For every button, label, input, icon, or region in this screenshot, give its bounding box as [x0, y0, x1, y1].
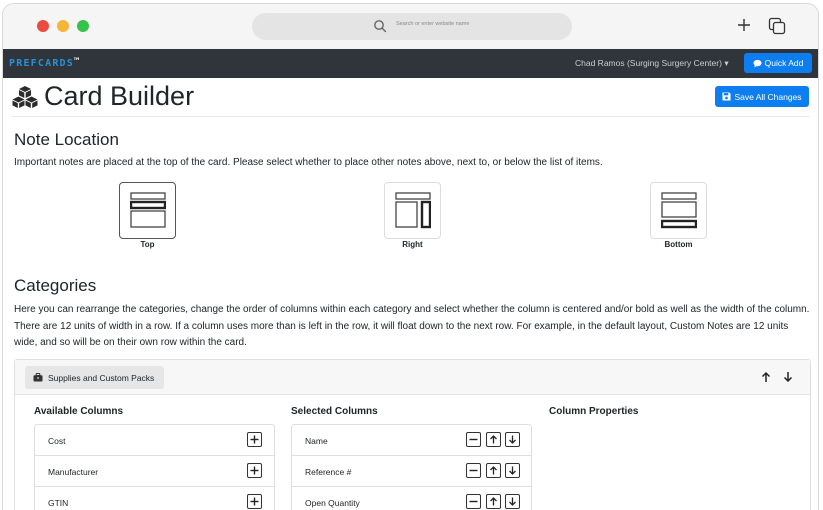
- column-label: Reference #: [305, 467, 352, 477]
- category-name-badge[interactable]: Supplies and Custom Packs: [25, 366, 165, 389]
- column-properties-title: Column Properties: [549, 406, 639, 417]
- layout-top-icon: [130, 192, 166, 228]
- arrow-down-icon: [509, 497, 516, 506]
- column-label: Name: [305, 436, 328, 446]
- minimize-window-button[interactable]: [57, 20, 69, 32]
- selected-columns-title: Selected Columns: [291, 406, 378, 417]
- move-column-down-button[interactable]: [505, 494, 520, 509]
- user-menu[interactable]: Chad Ramos (Surging Surgery Center) ▾: [575, 58, 729, 69]
- page-title: Card Builder: [44, 81, 195, 111]
- note-location-top-option[interactable]: [119, 182, 176, 239]
- chevron-down-icon: ▾: [724, 58, 729, 68]
- move-column-up-button[interactable]: [486, 432, 501, 447]
- save-all-label: Save All Changes: [734, 91, 802, 102]
- list-item[interactable]: Manufacturer: [35, 456, 274, 487]
- main-content: Card Builder Save All Changes Note Locat…: [12, 77, 811, 510]
- categories-heading: Categories: [14, 276, 97, 295]
- cubes-icon: [12, 86, 38, 108]
- available-columns-list: Cost Manufacturer GTIN: [34, 424, 275, 510]
- move-column-up-button[interactable]: [486, 494, 501, 509]
- category-name: Supplies and Custom Packs: [48, 372, 155, 383]
- plus-icon: [250, 466, 259, 475]
- category-card-header: Supplies and Custom Packs: [15, 360, 810, 395]
- move-category-down-icon[interactable]: [782, 371, 794, 383]
- add-column-button[interactable]: [247, 463, 262, 478]
- quick-add-label: Quick Add: [764, 58, 804, 68]
- save-icon: [722, 92, 731, 101]
- maximize-window-button[interactable]: [77, 20, 89, 32]
- note-location-top-label: Top: [140, 240, 155, 249]
- close-window-button[interactable]: [37, 20, 49, 32]
- comment-icon: [753, 59, 762, 68]
- remove-column-button[interactable]: [466, 463, 481, 478]
- list-item[interactable]: Reference #: [292, 456, 531, 487]
- column-label: Cost: [48, 436, 66, 446]
- list-item[interactable]: Name: [292, 425, 531, 456]
- quick-add-button[interactable]: Quick Add: [744, 53, 812, 73]
- plus-icon[interactable]: [737, 18, 751, 32]
- arrow-up-icon: [490, 497, 497, 506]
- tabs-icon[interactable]: [768, 17, 786, 35]
- address-bar[interactable]: Search or enter website name: [252, 13, 572, 40]
- arrow-down-icon: [509, 466, 516, 475]
- minus-icon: [469, 500, 478, 503]
- page-header: Card Builder Save All Changes: [12, 77, 809, 117]
- layout-right-icon: [395, 192, 431, 229]
- save-all-changes-button[interactable]: Save All Changes: [715, 86, 809, 107]
- remove-column-button[interactable]: [466, 432, 481, 447]
- search-icon: [374, 20, 387, 33]
- user-name: Chad Ramos (Surging Surgery Center): [575, 58, 722, 68]
- move-column-up-button[interactable]: [486, 463, 501, 478]
- layout-bottom-icon: [661, 192, 697, 229]
- list-item[interactable]: Open Quantity: [292, 487, 531, 510]
- note-location-bottom-option[interactable]: [650, 182, 707, 239]
- add-column-button[interactable]: [247, 494, 262, 509]
- categories-description: Here you can rearrange the categories, c…: [14, 304, 810, 348]
- note-location-bottom-label: Bottom: [664, 240, 693, 249]
- note-location-right-option[interactable]: [384, 182, 441, 239]
- brand-logo[interactable]: PREFCARDS™: [9, 57, 79, 69]
- plus-icon: [250, 497, 259, 506]
- column-label: Open Quantity: [305, 498, 360, 508]
- note-location-heading: Note Location: [14, 130, 119, 149]
- plus-icon: [250, 435, 259, 444]
- list-item[interactable]: Cost: [35, 425, 274, 456]
- arrow-up-icon: [490, 466, 497, 475]
- move-column-down-button[interactable]: [505, 463, 520, 478]
- minus-icon: [469, 438, 478, 441]
- note-location-description: Important notes are placed at the top of…: [14, 157, 603, 168]
- selected-columns-list: Name Reference # Open Quantity: [291, 424, 532, 510]
- app-navbar: PREFCARDS™ Chad Ramos (Surging Surgery C…: [3, 49, 818, 78]
- available-columns-title: Available Columns: [34, 406, 124, 417]
- briefcase-icon: [33, 373, 43, 382]
- column-label: GTIN: [48, 498, 69, 508]
- category-card: Supplies and Custom Packs Available Colu…: [14, 359, 811, 510]
- browser-chrome: Search or enter website name: [3, 4, 818, 49]
- address-bar-placeholder: Search or enter website name: [396, 21, 470, 27]
- arrow-up-icon: [490, 435, 497, 444]
- list-item[interactable]: GTIN: [35, 487, 274, 510]
- move-column-down-button[interactable]: [505, 432, 520, 447]
- column-label: Manufacturer: [48, 467, 99, 477]
- arrow-down-icon: [509, 435, 516, 444]
- remove-column-button[interactable]: [466, 494, 481, 509]
- minus-icon: [469, 469, 478, 472]
- add-column-button[interactable]: [247, 432, 262, 447]
- move-category-up-icon[interactable]: [760, 371, 772, 383]
- note-location-right-label: Right: [402, 240, 423, 249]
